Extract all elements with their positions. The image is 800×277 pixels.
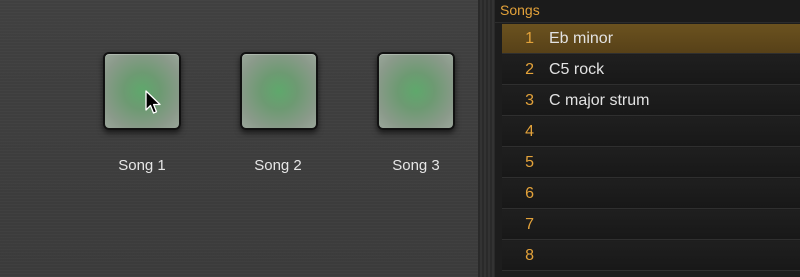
song-row-7[interactable]: 7 bbox=[502, 210, 800, 240]
songs-title: Songs bbox=[500, 2, 540, 18]
song-row-5[interactable]: 5 bbox=[502, 148, 800, 178]
song-row-number: 5 bbox=[525, 154, 534, 171]
song-3-label: Song 3 bbox=[392, 157, 440, 174]
song-row-4[interactable]: 4 bbox=[502, 117, 800, 147]
song-row-number: 4 bbox=[525, 123, 534, 140]
songs-header: Songs bbox=[495, 0, 800, 23]
song-1-label: Song 1 bbox=[118, 157, 166, 174]
panel-divider[interactable] bbox=[478, 0, 495, 277]
song-row-number: 1 bbox=[525, 30, 534, 47]
song-row-name: C major strum bbox=[549, 92, 650, 109]
song-row-number: 2 bbox=[525, 61, 534, 78]
song-row-name: Eb minor bbox=[549, 30, 614, 47]
song-row-1[interactable]: 1 Eb minor bbox=[502, 24, 800, 54]
song-row-6[interactable]: 6 bbox=[502, 179, 800, 209]
song-3-pad[interactable] bbox=[377, 52, 455, 130]
song-row-number: 7 bbox=[525, 216, 534, 233]
song-row-2[interactable]: 2 C5 rock bbox=[502, 55, 800, 85]
song-2-label: Song 2 bbox=[254, 157, 302, 174]
song-row-number: 8 bbox=[525, 247, 534, 264]
song-1-pad[interactable] bbox=[103, 52, 181, 130]
song-row-3[interactable]: 3 C major strum bbox=[502, 86, 800, 116]
songs-list-panel: Songs 1 Eb minor 2 C5 rock 3 C major str… bbox=[495, 0, 800, 277]
song-2-pad[interactable] bbox=[240, 52, 318, 130]
song-row-name: C5 rock bbox=[549, 61, 605, 78]
song-pads-panel: Song 1 Song 2 Song 3 bbox=[0, 0, 478, 277]
song-row-number: 6 bbox=[525, 185, 534, 202]
song-row-number: 3 bbox=[525, 92, 534, 109]
song-row-8[interactable]: 8 bbox=[502, 241, 800, 271]
mouse-pointer-icon bbox=[145, 90, 161, 114]
